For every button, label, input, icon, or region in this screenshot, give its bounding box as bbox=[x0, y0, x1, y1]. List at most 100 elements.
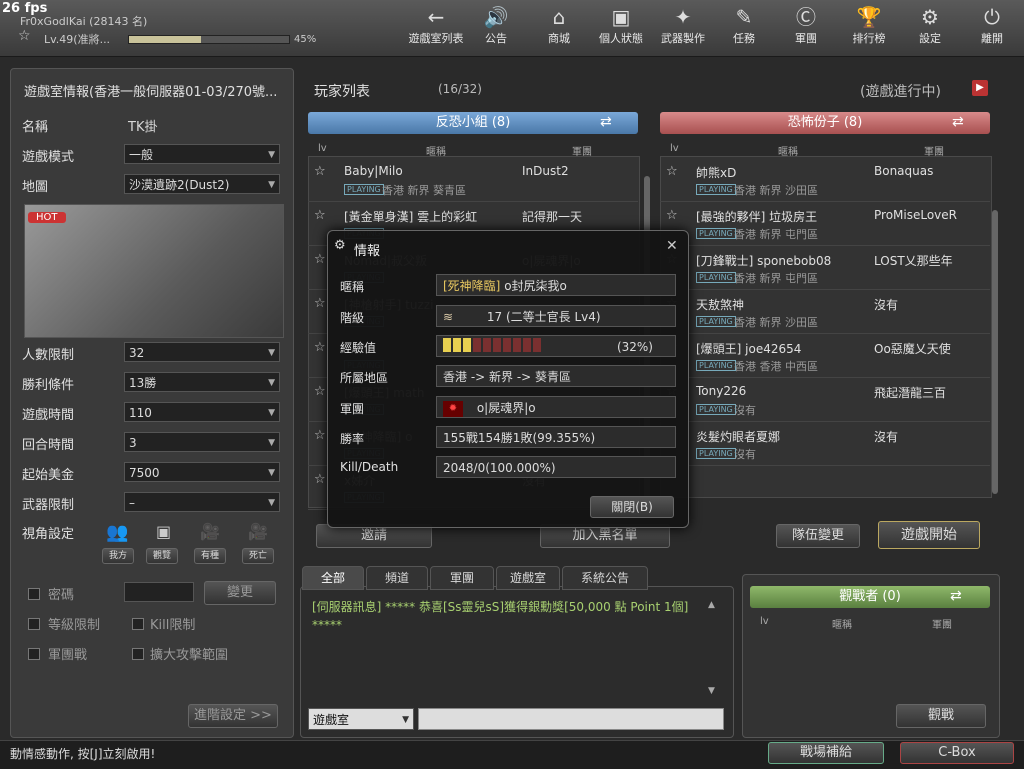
play-icon[interactable]: ▶ bbox=[972, 80, 988, 96]
team-change-button[interactable]: 隊伍變更 bbox=[776, 524, 860, 548]
free-view-icon: ▣ bbox=[156, 522, 172, 541]
player-row[interactable]: ☆[爆頭王] joe42654Oo惡魔乂天使PLAYING香港 香港 中西區 bbox=[660, 336, 990, 378]
winrate-value: 155戰154勝1敗(99.355%) bbox=[443, 431, 596, 445]
close-icon[interactable]: ✕ bbox=[666, 238, 678, 254]
tab-all[interactable]: 全部 bbox=[302, 566, 364, 590]
setting-value: 7500 bbox=[129, 466, 160, 480]
player-row[interactable]: ☆[刀鋒戰士] sponebob08LOST乂那些年PLAYING香港 新界 屯… bbox=[660, 248, 990, 290]
nav-ranking[interactable]: 🏆 排行榜 bbox=[839, 4, 899, 46]
clan-emblem-icon: ✹ bbox=[443, 400, 463, 417]
region-value: 香港 -> 新界 -> 葵青區 bbox=[443, 370, 572, 384]
region-field: 香港 -> 新界 -> 葵青區 bbox=[436, 365, 676, 387]
tab-room[interactable]: 遊戲室 bbox=[496, 566, 560, 590]
t-list-scrollbar[interactable] bbox=[992, 210, 998, 494]
player-row[interactable]: ☆Tony226飛起潛龍三百PLAYING沒有 bbox=[660, 380, 990, 422]
nav-label: 武器製作 bbox=[661, 32, 705, 45]
spectate-button[interactable]: 觀戰 bbox=[896, 704, 986, 728]
hot-badge: HOT bbox=[28, 212, 66, 223]
chat-input[interactable] bbox=[418, 708, 724, 730]
playing-badge: PLAYING bbox=[696, 184, 736, 195]
player-row[interactable]: ☆炎髮灼眼者夏娜沒有PLAYING沒有 bbox=[660, 424, 990, 466]
player-clan: 沒有 bbox=[874, 298, 899, 312]
chat-channel-select[interactable]: 遊戲室 ▼ bbox=[308, 708, 414, 730]
nav-settings[interactable]: ⚙ 設定 bbox=[900, 4, 960, 46]
password-label: 密碼 bbox=[48, 588, 75, 603]
player-row[interactable]: ☆天敖煞神沒有PLAYING香港 新界 沙田區 bbox=[660, 292, 990, 334]
kill-limit-checkbox[interactable] bbox=[132, 618, 144, 630]
tab-channel[interactable]: 頻道 bbox=[366, 566, 428, 590]
nav-announce[interactable]: 🔊 公告 bbox=[466, 4, 526, 46]
start-game-button[interactable]: 遊戲開始 bbox=[878, 521, 980, 549]
setting-select[interactable]: 7500 ▼ bbox=[124, 462, 280, 482]
password-input[interactable] bbox=[124, 582, 194, 602]
room-name-value: TK掛 bbox=[128, 120, 158, 135]
rank-icon: ☆ bbox=[666, 208, 678, 223]
rank-value: 17 (二等士官長 Lv4) bbox=[486, 310, 601, 324]
playing-badge: PLAYING bbox=[344, 184, 384, 195]
swap-icon[interactable]: ⇄ bbox=[952, 114, 964, 130]
player-row[interactable]: ☆ [最強的夥伴] 垃圾房王 ProMiseLoveR PLAYING 香港 新界 屯門… bbox=[660, 204, 990, 246]
map-label: 地圖 bbox=[22, 180, 49, 195]
setting-label: 人數限制 bbox=[22, 348, 75, 363]
kill-limit-label: Kill限制 bbox=[150, 618, 196, 633]
setting-select[interactable]: 13勝 ▼ bbox=[124, 372, 280, 392]
view-button-team[interactable]: 我方 bbox=[102, 548, 134, 564]
swap-icon[interactable]: ⇄ bbox=[600, 114, 612, 130]
setting-select[interactable]: 32 ▼ bbox=[124, 342, 280, 362]
nav-label: 商城 bbox=[548, 32, 570, 45]
playing-badge: PLAYING bbox=[696, 228, 736, 239]
nav-room-list[interactable]: ← 遊戲室列表 bbox=[406, 4, 466, 46]
death-cam-icon: 🎥 bbox=[248, 522, 268, 541]
xp-percent: 45% bbox=[294, 34, 317, 45]
player-name: Tony226 bbox=[696, 384, 747, 398]
nav-missions[interactable]: ✎ 任務 bbox=[714, 4, 774, 46]
swap-icon[interactable]: ⇄ bbox=[950, 588, 962, 604]
gun-icon: ✦ bbox=[674, 5, 692, 29]
expand-range-label: 擴大攻擊範圍 bbox=[150, 648, 229, 663]
nav-exit[interactable]: ⏻ 離開 bbox=[962, 4, 1022, 46]
player-location: 香港 新界 屯門區 bbox=[734, 228, 818, 241]
ct-team-header[interactable]: 反恐小組 (8) bbox=[308, 112, 638, 134]
view-button-observe[interactable]: 觀覽 bbox=[146, 548, 178, 564]
player-row[interactable]: ☆ 帥熊xD Bonaquas PLAYING 香港 新界 沙田區 bbox=[660, 160, 990, 202]
player-clan: ProMiseLoveR bbox=[874, 208, 957, 222]
room-info-title: 遊戲室情報(香港一般伺服器01-03/270號... bbox=[24, 85, 278, 100]
chat-channel-value: 遊戲室 bbox=[313, 713, 350, 727]
t-team-header[interactable]: 恐怖份子 (8) bbox=[660, 112, 990, 134]
chevron-down-icon: ▼ bbox=[268, 408, 275, 418]
mode-select[interactable]: 一般 ▼ bbox=[124, 144, 280, 164]
setting-select[interactable]: 110 ▼ bbox=[124, 402, 280, 422]
clan-battle-checkbox[interactable] bbox=[28, 648, 40, 660]
map-select[interactable]: 沙漠遺跡2(Dust2) ▼ bbox=[124, 174, 280, 194]
chat-message: [伺服器訊息] ***** 恭喜[Ss靈兒sS]獲得銀勳獎[50,000 點 P… bbox=[312, 600, 689, 632]
close-button[interactable]: 關閉(B) bbox=[590, 496, 674, 518]
nav-profile[interactable]: ▣ 個人狀態 bbox=[591, 4, 651, 46]
exp-segment bbox=[463, 337, 471, 352]
expand-range-checkbox[interactable] bbox=[132, 648, 144, 660]
nickname-field: [死神降臨] o封尻柒我o bbox=[436, 274, 676, 296]
nav-clan[interactable]: Ⓒ 軍團 bbox=[776, 4, 836, 46]
nav-weapon-craft[interactable]: ✦ 武器製作 bbox=[653, 4, 713, 46]
chevron-down-icon[interactable]: ▼ bbox=[708, 686, 715, 696]
nickname-label: 暱稱 bbox=[340, 280, 365, 294]
playing-badge: PLAYING bbox=[696, 448, 736, 459]
tab-clan[interactable]: 軍團 bbox=[430, 566, 494, 590]
rank-icon: ☆ bbox=[314, 472, 326, 487]
setting-select[interactable]: 3 ▼ bbox=[124, 432, 280, 452]
nav-shop[interactable]: ⌂ 商城 bbox=[529, 4, 589, 46]
battle-supply-button[interactable]: 戰場補給 bbox=[768, 742, 884, 764]
setting-value: 3 bbox=[129, 436, 137, 450]
setting-label: 回合時間 bbox=[22, 438, 75, 453]
password-checkbox[interactable] bbox=[28, 588, 40, 600]
chevron-down-icon: ▼ bbox=[268, 468, 275, 478]
tab-system[interactable]: 系統公告 bbox=[562, 566, 648, 590]
player-row[interactable]: ☆ Baby|Milo InDust2 PLAYING 香港 新界 葵青區 bbox=[308, 160, 638, 202]
cbox-button[interactable]: C-Box bbox=[900, 742, 1014, 764]
change-button[interactable]: 變更 bbox=[204, 581, 276, 605]
advanced-settings-button[interactable]: 進階設定 >> bbox=[188, 704, 278, 728]
level-limit-checkbox[interactable] bbox=[28, 618, 40, 630]
setting-select[interactable]: – ▼ bbox=[124, 492, 280, 512]
view-button-death[interactable]: 死亡 bbox=[242, 548, 274, 564]
view-button-brave[interactable]: 有種 bbox=[194, 548, 226, 564]
chevron-up-icon[interactable]: ▲ bbox=[708, 600, 715, 610]
